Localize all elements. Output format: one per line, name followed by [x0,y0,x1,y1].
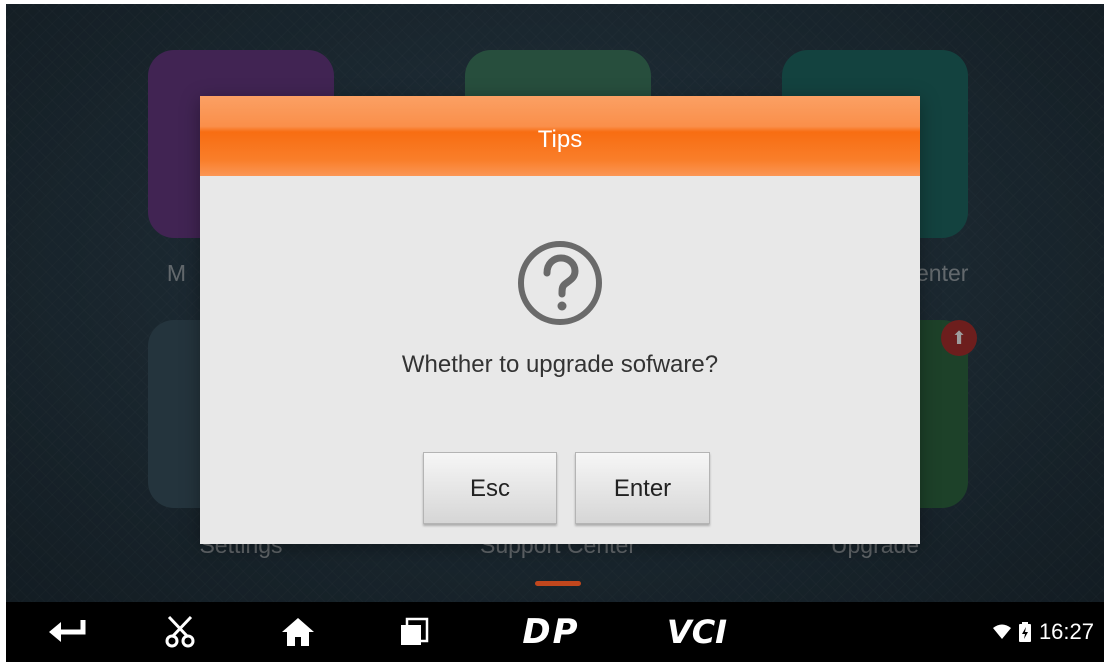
clock: 16:27 [1038,619,1094,644]
vci-logo-button[interactable]: VCI [656,602,738,662]
wifi-icon [992,624,1011,639]
recent-apps-icon [401,617,429,645]
back-button[interactable] [40,602,96,662]
battery-icon [1018,622,1031,642]
back-arrow-icon [49,620,86,642]
recent-apps-button[interactable] [390,602,438,662]
enter-button[interactable]: Enter [575,452,710,524]
dp-logo-button[interactable]: DP [512,602,590,662]
navigation-bar: DP VCI 16:27 [6,602,1104,662]
scissors-icon [165,615,195,648]
dialog-message: Whether to upgrade sofware? [401,351,719,378]
vci-logo: VCI [666,613,728,651]
dialog-header: Tips [200,96,920,176]
question-circle-icon [518,241,602,325]
device-screen: ⚙ ▤ ◯ M enter ❋ ☎ ⇧ ⬆ Settings Support C… [6,4,1104,662]
esc-button[interactable]: Esc [423,452,557,524]
home-button[interactable] [274,602,322,662]
dialog-title: Tips [537,126,583,153]
home-icon [282,618,314,646]
tips-dialog: Tips Whether to upgrade sofware? Esc Ent… [200,96,920,544]
page-indicator [535,581,581,586]
dp-logo: DP [522,612,580,652]
status-area: 16:27 [992,602,1094,662]
screenshot-button[interactable] [156,602,204,662]
